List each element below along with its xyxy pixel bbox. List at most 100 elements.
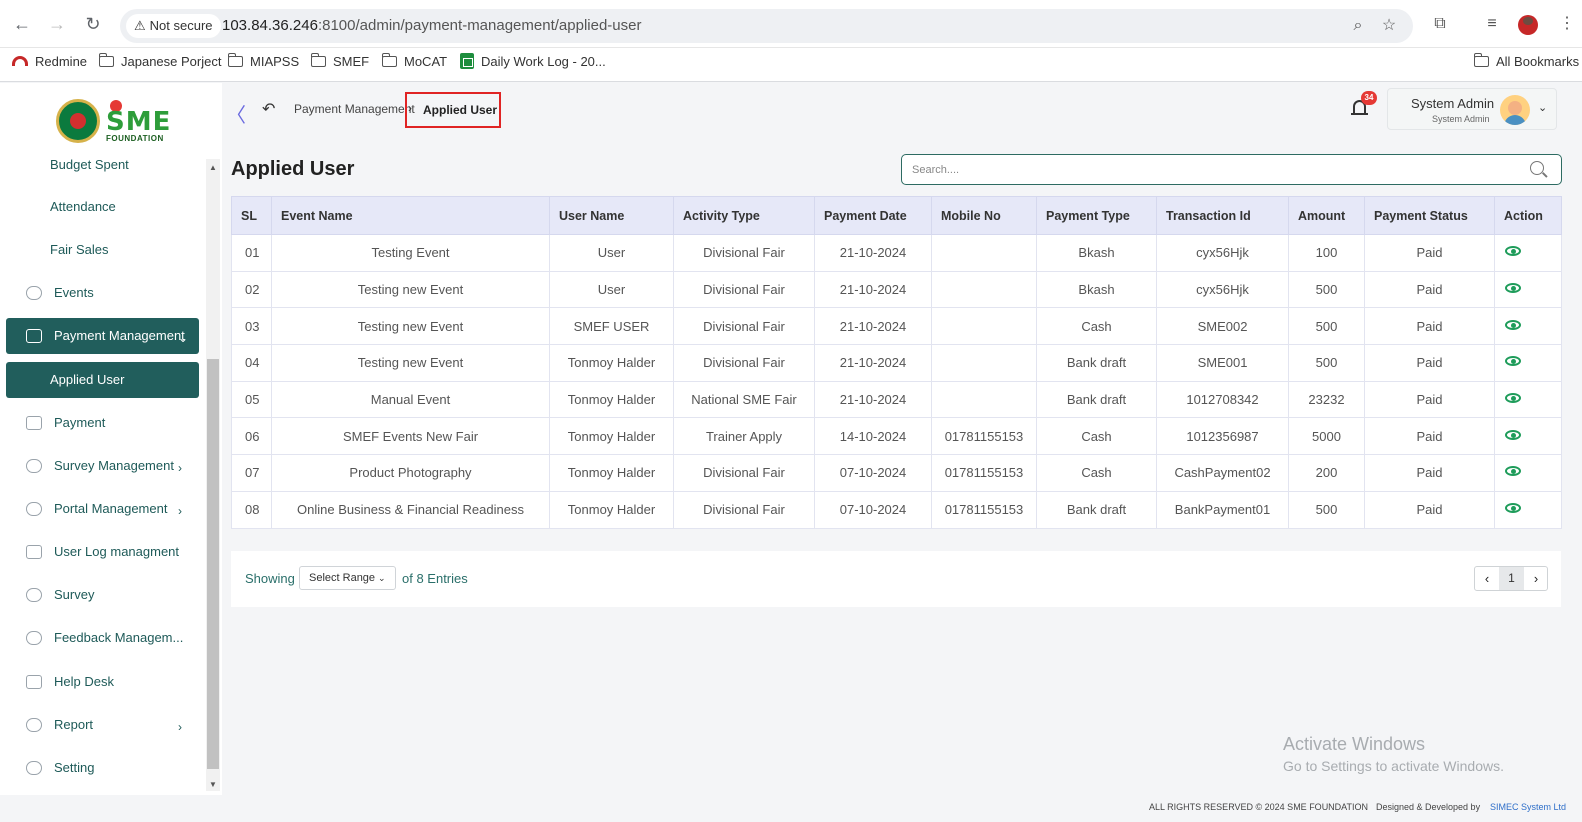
chevron-right-icon: › (178, 461, 182, 475)
sidebar-item-setting[interactable]: Setting (6, 750, 199, 786)
column-header: Activity Type (673, 196, 815, 235)
search-input[interactable] (912, 161, 1512, 179)
table-cell: 05 (231, 380, 272, 419)
table-row: 08 Online Business & Financial Readiness T… (231, 490, 1562, 529)
scrollbar-thumb[interactable] (207, 359, 219, 769)
star-icon[interactable]: ☆ (1379, 16, 1399, 36)
payment-icon (26, 329, 42, 343)
sidebar-item-payment[interactable]: Payment (6, 405, 199, 441)
user-menu[interactable]: System Admin System Admin ⌄ (1387, 88, 1557, 130)
prev-page-button[interactable]: ‹ (1475, 567, 1499, 590)
bookmark-all-bookmarks[interactable]: All Bookmarks (1473, 48, 1579, 82)
gear-icon (26, 761, 42, 775)
breadcrumb-parent[interactable]: Payment Management (294, 102, 415, 116)
next-page-button[interactable]: › (1524, 567, 1548, 590)
sidebar-item-applied-user[interactable]: Applied User (6, 362, 199, 398)
column-header: Event Name (271, 196, 550, 235)
redmine-icon (12, 56, 28, 66)
search-icon[interactable] (1530, 161, 1544, 175)
sidebar-item-events[interactable]: Events (6, 275, 199, 311)
eye-icon[interactable] (1505, 502, 1523, 514)
address-bar[interactable]: ⚠ Not secure 103.84.36.246:8100/admin/pay… (120, 9, 1413, 43)
table-cell: CashPayment02 (1156, 454, 1289, 492)
windows-watermark-subtitle: Go to Settings to activate Windows. (1283, 758, 1504, 774)
table-cell: 14-10-2024 (814, 417, 932, 456)
sidebar-item-report[interactable]: Report › (6, 707, 199, 743)
reload-icon[interactable]: ↻ (82, 13, 104, 35)
back-icon[interactable]: ↶ (262, 99, 275, 119)
action-cell (1494, 307, 1562, 346)
notification-bell[interactable]: 34 (1350, 91, 1377, 118)
scroll-up-icon[interactable]: ▲ (209, 163, 217, 172)
extensions-icon[interactable]: ⧉ (1429, 13, 1451, 35)
not-secure-chip[interactable]: ⚠ Not secure (126, 14, 221, 38)
range-select-label: Select Range (309, 572, 376, 584)
bookmark-daily-work-log[interactable]: Daily Work Log - 20... (460, 48, 606, 82)
eye-icon[interactable] (1505, 465, 1523, 477)
url-text[interactable]: 103.84.36.246:8100/admin/payment-managem… (222, 9, 641, 43)
eye-icon[interactable] (1505, 392, 1523, 404)
column-header: Amount (1288, 196, 1365, 235)
media-control-icon[interactable]: ≡ (1481, 13, 1503, 35)
sidebar-item-help-desk[interactable]: Help Desk (6, 664, 199, 700)
table-cell: 07-10-2024 (814, 490, 932, 529)
scroll-down-icon[interactable]: ▼ (209, 780, 217, 789)
eye-icon[interactable] (1505, 245, 1523, 257)
bookmark-redmine[interactable]: Redmine (12, 48, 87, 82)
table-cell: 500 (1288, 344, 1365, 382)
applied-user-table: SL Event Name User Name Activity Type Pa… (231, 196, 1562, 529)
chevron-down-icon: ⌄ (178, 331, 189, 345)
sidebar-scrollbar[interactable]: ▲ ▼ (206, 159, 220, 791)
pie-chart-icon (26, 459, 42, 473)
table-cell: Bkash (1036, 234, 1157, 272)
back-arrow-icon[interactable]: ← (11, 13, 33, 35)
table-cell: Paid (1364, 270, 1495, 309)
zoom-icon[interactable]: ⌕ (1348, 16, 1368, 36)
bookmark-japanese-project[interactable]: Japanese Porject (98, 48, 221, 82)
bookmark-miapss[interactable]: MIAPSS (227, 48, 299, 82)
sidebar-item-attendance[interactable]: Attendance (6, 189, 199, 225)
table-cell: Paid (1364, 307, 1495, 346)
sidebar-item-budget-spent[interactable]: Budget Spent (6, 147, 199, 183)
menu-kebab-icon[interactable]: ⋮ (1556, 13, 1578, 35)
action-cell (1494, 344, 1562, 382)
copyright-footer: ALL RIGHTS RESERVED © 2024 SME FOUNDATIO… (0, 795, 1582, 822)
table-cell: 07-10-2024 (814, 454, 932, 492)
eye-icon[interactable] (1505, 282, 1523, 294)
folder-icon (310, 53, 326, 67)
eye-icon[interactable] (1505, 355, 1523, 367)
showing-label: Showing (245, 571, 295, 586)
sidebar-item-survey-management[interactable]: Survey Management › (6, 448, 199, 484)
sidebar-item-payment-management[interactable]: Payment Management ⌄ (6, 318, 199, 354)
eye-icon[interactable] (1505, 319, 1523, 331)
developer-link[interactable]: SIMEC System Ltd (1490, 802, 1566, 812)
profile-avatar-icon[interactable] (1518, 15, 1538, 35)
eye-icon[interactable] (1505, 429, 1523, 441)
table-cell: Cash (1036, 417, 1157, 456)
sme-foundation-logo[interactable]: SME FOUNDATION (56, 97, 176, 145)
column-header: Payment Date (814, 196, 932, 235)
table-cell: 01 (231, 234, 272, 272)
table-cell: cyx56Hjk (1156, 234, 1289, 272)
portal-icon (26, 502, 42, 516)
search-box[interactable] (901, 154, 1562, 185)
table-row: 07 Product Photography Tonmoy Halder Divisi… (231, 454, 1562, 492)
forward-arrow-icon[interactable]: → (46, 13, 68, 35)
bookmark-mocat[interactable]: MoCAT (381, 48, 447, 82)
sidebar-item-feedback-management[interactable]: Feedback Managem... (6, 620, 199, 656)
table-cell: SMEF Events New Fair (271, 417, 550, 456)
sidebar-item-fair-sales[interactable]: Fair Sales (6, 232, 199, 268)
table-cell: 1012356987 (1156, 417, 1289, 456)
table-cell: 21-10-2024 (814, 234, 932, 272)
current-page-button[interactable]: 1 (1499, 567, 1524, 590)
sidebar-item-user-log-management[interactable]: User Log managment (6, 534, 199, 570)
chevron-down-icon: ⌄ (378, 573, 386, 583)
sidebar-item-survey[interactable]: Survey (6, 577, 199, 613)
sidebar-collapse-icon[interactable]: 〈 (226, 99, 246, 128)
table-cell: Cash (1036, 307, 1157, 346)
bookmark-smef[interactable]: SMEF (310, 48, 369, 82)
table-cell (931, 380, 1037, 419)
range-select[interactable]: Select Range ⌄ (299, 566, 396, 590)
table-cell: 02 (231, 270, 272, 309)
sidebar-item-portal-management[interactable]: Portal Management › (6, 491, 199, 527)
